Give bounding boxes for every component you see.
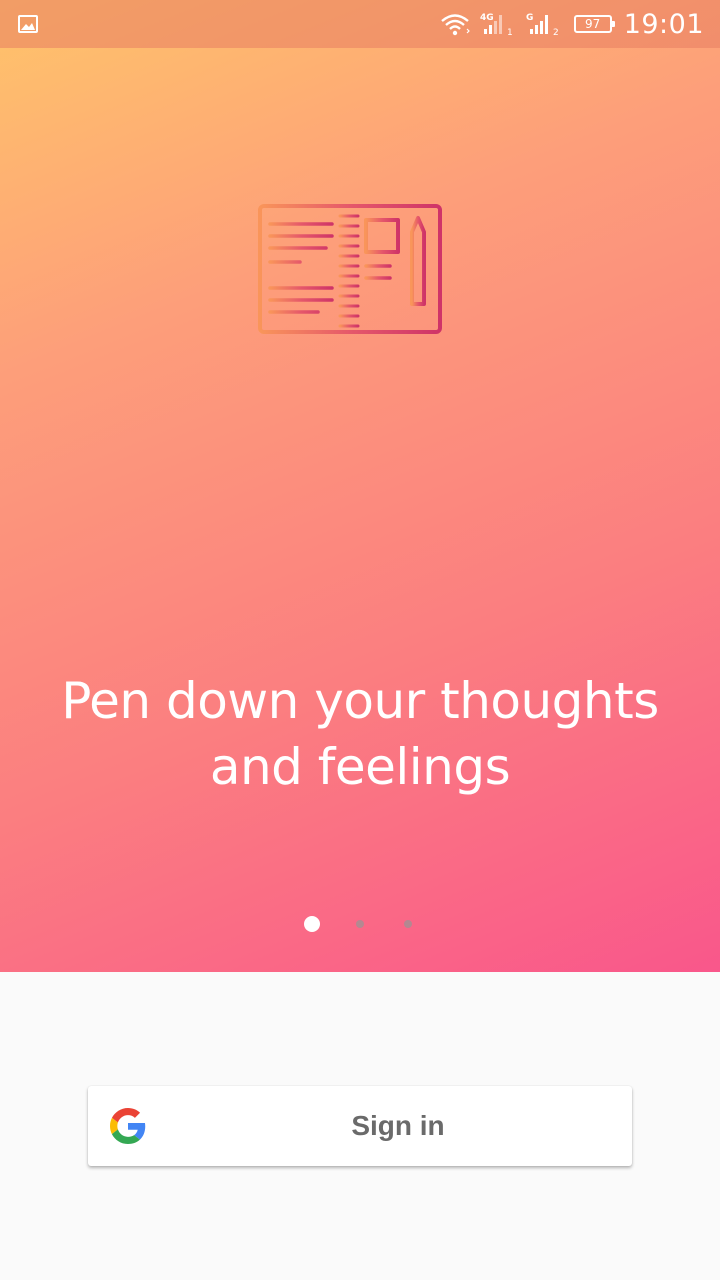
wifi-icon	[440, 12, 470, 36]
headline-line-1: Pen down your thoughts	[61, 672, 659, 730]
signal-sim1-icon: 4G 1	[480, 11, 516, 37]
status-time: 19:01	[623, 8, 704, 40]
headline-line-2: and feelings	[209, 738, 511, 796]
page-dot[interactable]	[404, 920, 412, 928]
page-dot[interactable]	[356, 920, 364, 928]
network-type-1: 4G	[480, 13, 494, 23]
battery-icon: 97	[573, 15, 615, 33]
status-bar: 4G 1 G 2 97 19:01	[0, 0, 720, 48]
sim-1-label: 1	[507, 28, 513, 37]
image-icon	[18, 15, 38, 33]
page-dot-active[interactable]	[304, 916, 320, 932]
battery-level: 97	[585, 17, 601, 31]
sign-in-label: Sign in	[351, 1110, 445, 1141]
signal-sim2-icon: G 2	[526, 11, 562, 37]
status-indicators: 4G 1 G 2 97 19:01	[430, 0, 704, 48]
signin-area: Sign in	[0, 972, 720, 1280]
hero-panel[interactable]: 4G 1 G 2 97 19:01 Pen down your thoughts…	[0, 0, 720, 972]
notebook-pen-icon	[258, 204, 442, 334]
onboarding-headline: Pen down your thoughts and feelings	[20, 668, 700, 800]
sim-2-label: 2	[553, 28, 559, 37]
google-sign-in-button[interactable]: Sign in	[88, 1086, 632, 1166]
page-indicator	[0, 914, 720, 934]
network-type-2: G	[526, 13, 533, 23]
onboarding-screen: 4G 1 G 2 97 19:01 Pen down your thoughts…	[0, 0, 720, 1280]
